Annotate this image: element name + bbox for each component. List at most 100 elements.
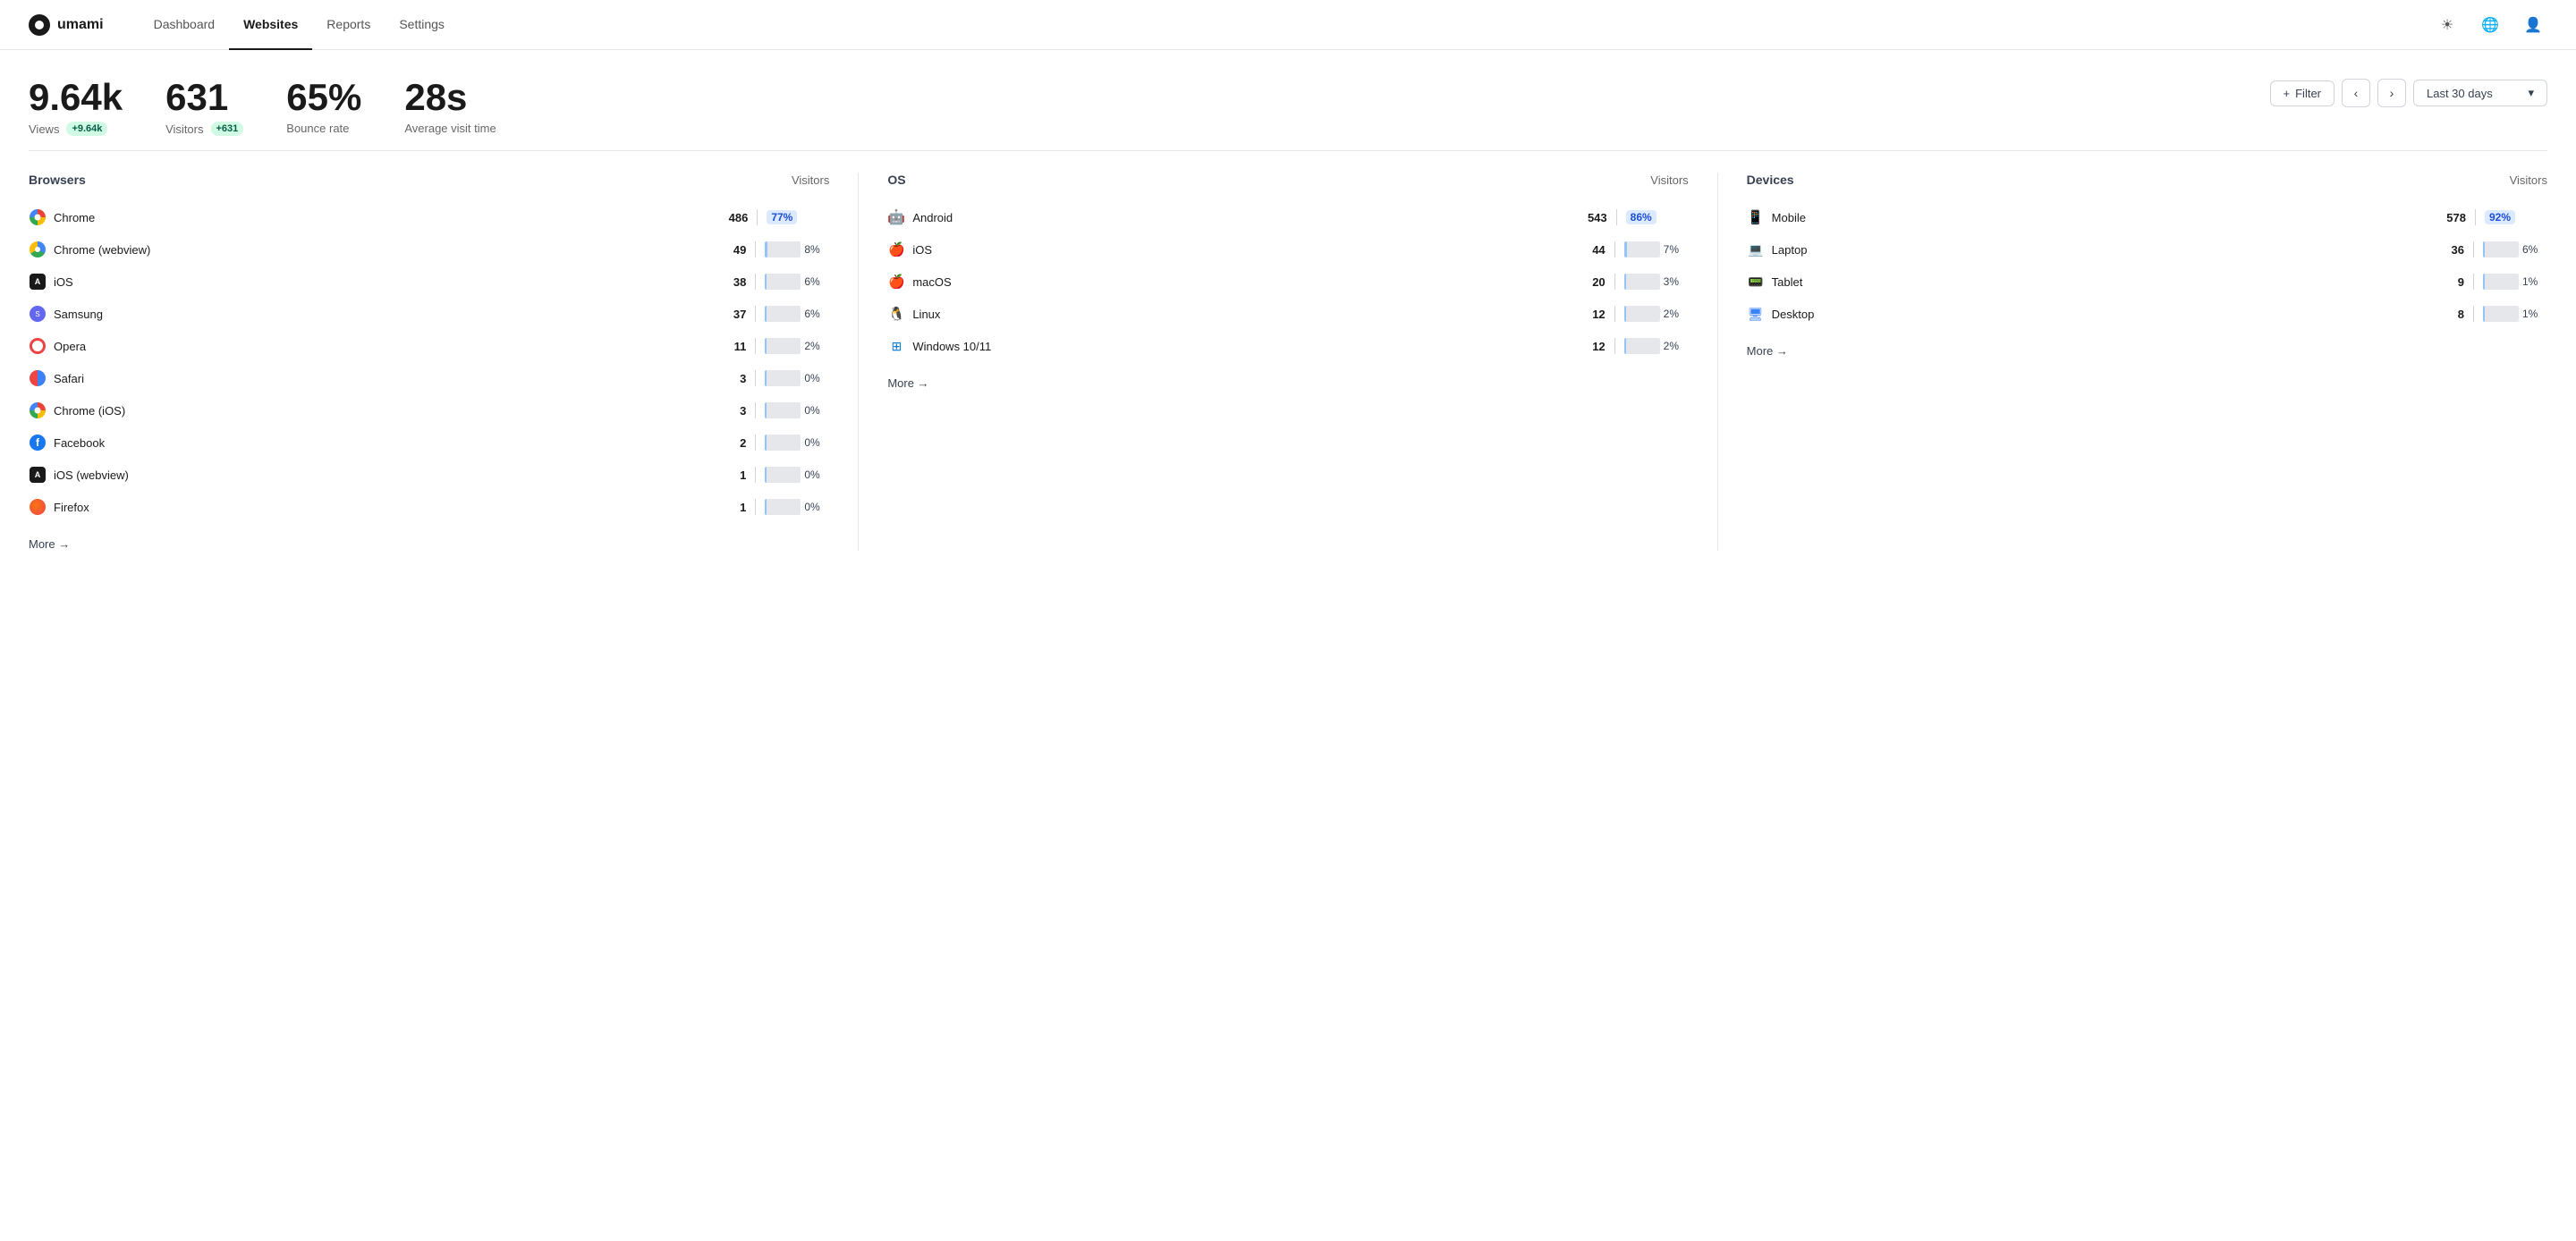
table-row[interactable]: 💻 Laptop 36 6%	[1747, 233, 2547, 266]
os-section: OS Visitors 🤖 Android 543 86% 🍎 iOS 44 7…	[887, 173, 1717, 551]
desktop-icon: 🖥	[1747, 305, 1765, 323]
bar-bg	[765, 467, 801, 483]
row-pct: 1%	[2522, 275, 2547, 288]
browsers-header: Browsers Visitors	[29, 173, 829, 187]
nav-websites[interactable]: Websites	[229, 0, 312, 50]
row-bar: 8%	[765, 241, 829, 257]
logo[interactable]: umami	[29, 14, 104, 36]
table-row[interactable]: S Samsung 37 6%	[29, 298, 829, 330]
bar-bg	[1624, 241, 1660, 257]
table-row[interactable]: A iOS 38 6%	[29, 266, 829, 298]
nav-reports[interactable]: Reports	[312, 0, 385, 50]
bar-fill	[2483, 241, 2485, 257]
bar-bg	[1624, 274, 1660, 290]
row-bar: 77%	[767, 210, 829, 224]
stat-bounce: 65% Bounce rate	[286, 79, 361, 135]
row-pct: 3%	[1664, 275, 1689, 288]
row-pct: 6%	[804, 275, 829, 288]
row-pct: 0%	[804, 469, 829, 481]
row-value: 20	[1573, 275, 1606, 289]
table-row[interactable]: 🤖 Android 543 86%	[887, 201, 1688, 233]
table-row[interactable]: f Facebook 2 0%	[29, 426, 829, 459]
table-row[interactable]: Firefox 1 0%	[29, 491, 829, 523]
row-separator	[755, 467, 756, 483]
ios-icon: A	[29, 466, 47, 484]
row-pct: 86%	[1626, 210, 1657, 224]
row-separator	[755, 370, 756, 386]
row-name: Mobile	[1772, 211, 2427, 224]
user-button[interactable]: 👤	[2519, 11, 2547, 39]
table-row[interactable]: Opera 11 2%	[29, 330, 829, 362]
row-pct: 0%	[804, 436, 829, 449]
table-row[interactable]: 📟 Tablet 9 1%	[1747, 266, 2547, 298]
filter-label: Filter	[2295, 87, 2321, 100]
windows-icon: ⊞	[887, 337, 905, 355]
chrome-icon	[29, 401, 47, 419]
row-value: 38	[714, 275, 746, 289]
row-pct: 8%	[804, 243, 829, 256]
row-name: Chrome	[54, 211, 708, 224]
language-button[interactable]: 🌐	[2476, 11, 2504, 39]
row-pct: 6%	[2522, 243, 2547, 256]
row-name: Desktop	[1772, 308, 2425, 321]
bar-fill	[1624, 338, 1626, 354]
row-name: Firefox	[54, 501, 707, 514]
row-bar: 0%	[765, 435, 829, 451]
filter-button[interactable]: + Filter	[2270, 80, 2334, 106]
tablet-icon: 📟	[1747, 273, 1765, 291]
table-row[interactable]: Chrome 486 77%	[29, 201, 829, 233]
stat-visitors: 631 Visitors +631	[165, 79, 243, 136]
row-bar: 2%	[1624, 338, 1689, 354]
row-bar: 6%	[765, 274, 829, 290]
devices-more-link[interactable]: More →	[1747, 330, 2547, 358]
browsers-rows: Chrome 486 77% Chrome (webview) 49 8% A …	[29, 201, 829, 523]
browsers-more-link[interactable]: More →	[29, 523, 829, 551]
row-bar: 0%	[765, 402, 829, 418]
visitors-badge: +631	[211, 122, 244, 136]
row-value: 3	[714, 404, 746, 418]
row-name: Safari	[54, 372, 707, 385]
table-row[interactable]: Chrome (webview) 49 8%	[29, 233, 829, 266]
bar-fill	[765, 274, 767, 290]
row-separator	[2473, 241, 2474, 257]
date-range-select[interactable]: Last 30 days ▾	[2413, 80, 2547, 106]
theme-toggle-button[interactable]: ☀	[2433, 11, 2462, 39]
table-row[interactable]: 🐧 Linux 12 2%	[887, 298, 1688, 330]
os-title: OS	[887, 173, 905, 187]
table-row[interactable]: ⊞ Windows 10/11 12 2%	[887, 330, 1688, 362]
row-separator	[755, 274, 756, 290]
bar-bg	[765, 306, 801, 322]
bar-bg	[2483, 306, 2519, 322]
table-row[interactable]: 🍎 iOS 44 7%	[887, 233, 1688, 266]
table-row[interactable]: 🍎 macOS 20 3%	[887, 266, 1688, 298]
row-separator	[755, 435, 756, 451]
table-row[interactable]: A iOS (webview) 1 0%	[29, 459, 829, 491]
nav-dashboard[interactable]: Dashboard	[140, 0, 230, 50]
nav-settings[interactable]: Settings	[385, 0, 459, 50]
row-name: Chrome (iOS)	[54, 404, 707, 418]
row-value: 44	[1573, 243, 1606, 257]
bar-bg	[2483, 274, 2519, 290]
row-pct: 2%	[804, 340, 829, 352]
os-more-link[interactable]: More →	[887, 362, 1688, 390]
avg-visit-label: Average visit time	[404, 122, 496, 135]
chevron-down-icon: ▾	[2528, 86, 2534, 100]
table-row[interactable]: Safari 3 0%	[29, 362, 829, 394]
row-value: 49	[714, 243, 746, 257]
table-row[interactable]: 🖥 Desktop 8 1%	[1747, 298, 2547, 330]
table-row[interactable]: Chrome (iOS) 3 0%	[29, 394, 829, 426]
row-value: 1	[714, 469, 746, 482]
chrome-webview-icon	[29, 241, 47, 258]
views-value: 9.64k	[29, 79, 123, 116]
row-separator	[757, 209, 758, 225]
table-row[interactable]: 📱 Mobile 578 92%	[1747, 201, 2547, 233]
prev-button[interactable]: ‹	[2342, 79, 2370, 107]
apple-icon: 🍎	[887, 273, 905, 291]
browsers-col-label: Visitors	[792, 173, 829, 187]
row-separator	[1616, 209, 1617, 225]
row-value: 12	[1573, 340, 1606, 353]
row-bar: 0%	[765, 499, 829, 515]
row-name: Tablet	[1772, 275, 2425, 289]
chrome-icon	[29, 208, 47, 226]
next-button[interactable]: ›	[2377, 79, 2406, 107]
